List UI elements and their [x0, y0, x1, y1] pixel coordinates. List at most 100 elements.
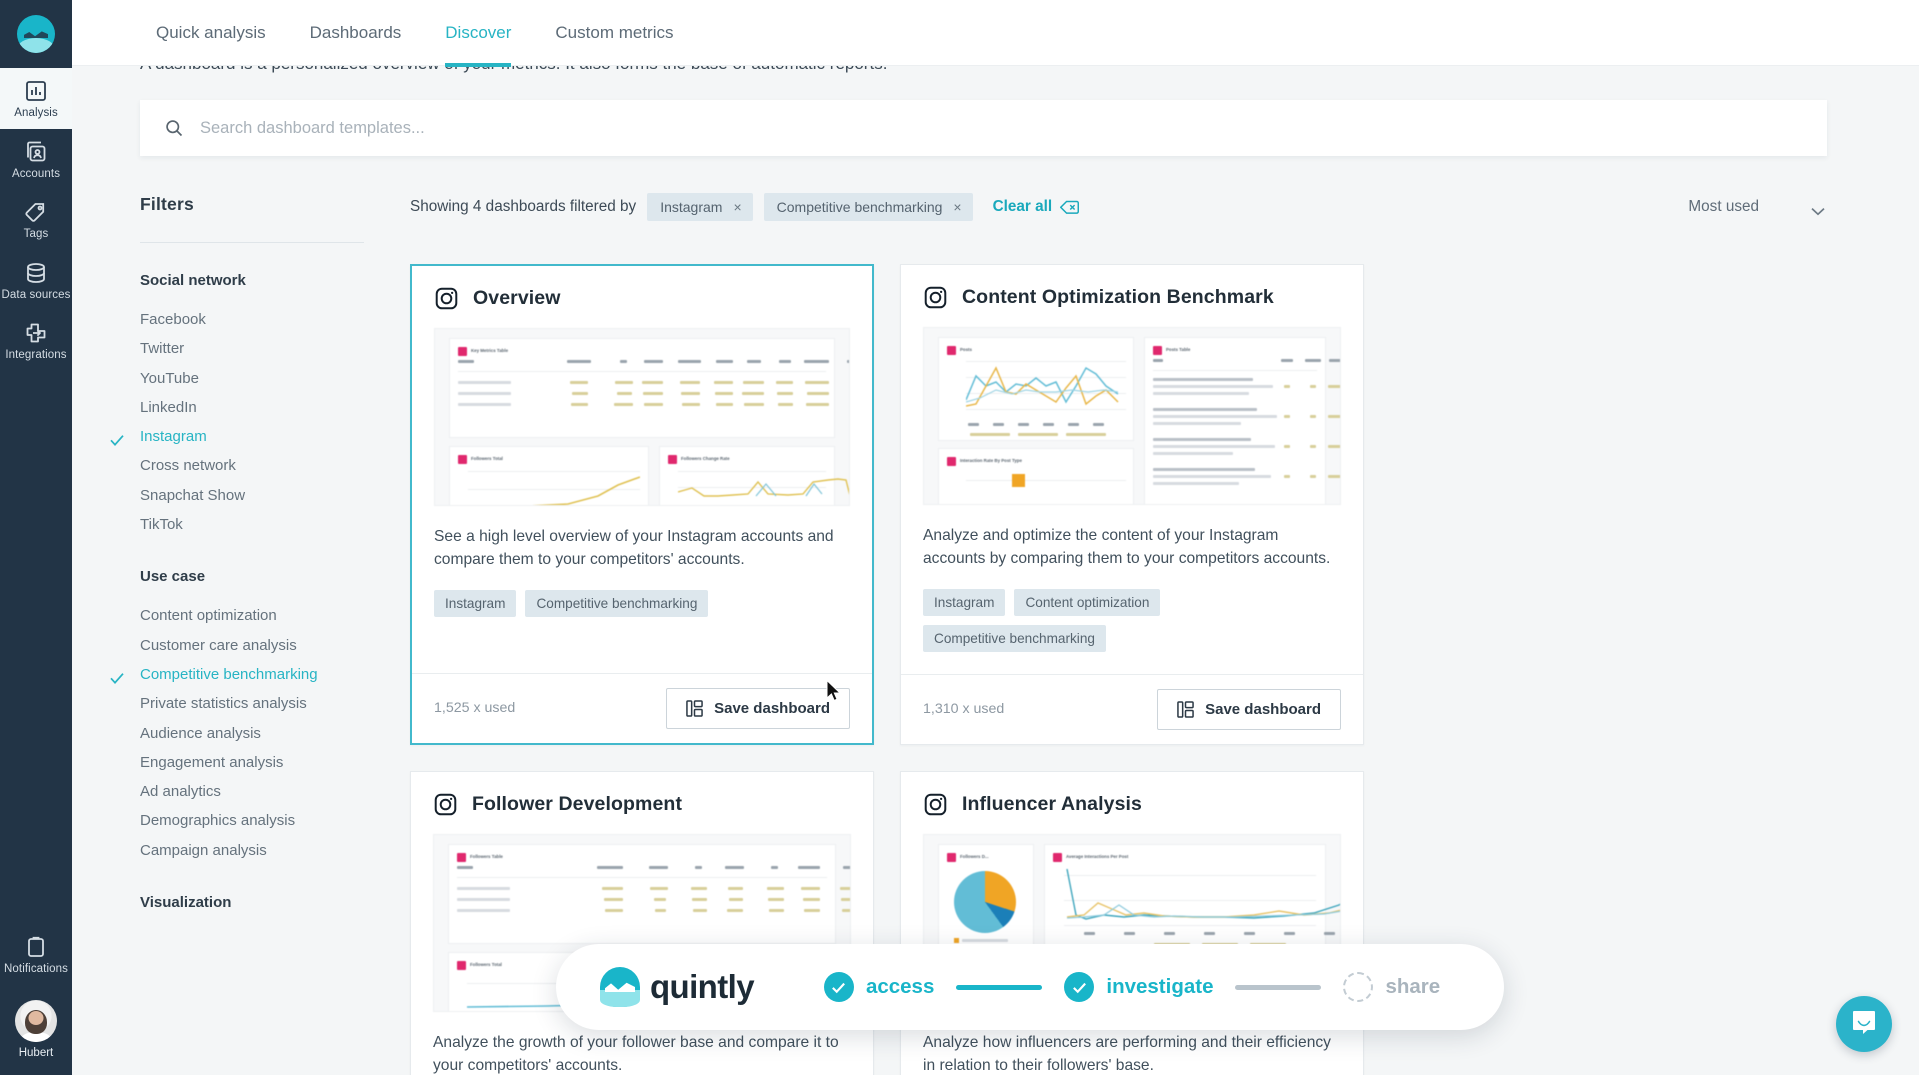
user-menu[interactable]: Hubert [0, 1000, 72, 1059]
filter-option-content-optimization[interactable]: Content optimization [140, 601, 382, 630]
filter-option-customer-care-analysis[interactable]: Customer care analysis [140, 631, 382, 660]
card-tag[interactable]: Competitive benchmarking [525, 589, 709, 617]
card-title: Content Optimization Benchmark [962, 286, 1274, 308]
avatar [15, 1000, 57, 1042]
page-body: A dashboard is a personalized overview o… [72, 66, 1919, 1075]
dashboard-template-grid: Showing 4 dashboards filtered by Instagr… [410, 193, 1919, 1075]
filter-option-linkedin[interactable]: LinkedIn [140, 393, 382, 422]
card-usage-count: 1,525 x used [434, 700, 516, 717]
card-tag[interactable]: Instagram [434, 589, 517, 617]
integrations-icon [24, 321, 48, 345]
filter-option-demographics-analysis[interactable]: Demographics analysis [140, 806, 382, 835]
card-description: See a high level overview of your Instag… [434, 528, 834, 568]
filter-option-cross-network[interactable]: Cross network [140, 451, 382, 480]
results-header: Showing 4 dashboards filtered by Instagr… [410, 193, 1827, 221]
rail-item-accounts[interactable]: Accounts [0, 129, 72, 190]
save-dashboard-label: Save dashboard [1205, 700, 1321, 718]
rail-item-notifications[interactable]: Notifications [0, 924, 72, 985]
card-usage-count: 1,310 x used [923, 701, 1005, 718]
filters-panel: Filters Social network Facebook Twitter … [110, 194, 410, 1075]
rail-item-analysis[interactable]: Analysis [0, 68, 72, 129]
search-icon [164, 118, 184, 138]
save-dashboard-button[interactable]: Save dashboard [1157, 688, 1341, 730]
filter-option-snapchat-show[interactable]: Snapchat Show [140, 481, 382, 510]
banner-connector [956, 984, 1043, 990]
card-header: Content Optimization Benchmark [901, 265, 1363, 310]
banner-steps: access investigate share [823, 972, 1440, 1002]
filter-option-twitter[interactable]: Twitter [140, 334, 382, 363]
sort-dropdown[interactable]: Most used [1688, 198, 1827, 216]
rail-label-analysis: Analysis [14, 107, 58, 119]
template-card-overview[interactable]: Overview Key Metrics Table Followers Tot… [410, 264, 874, 745]
filter-option-competitive-benchmarking[interactable]: Competitive benchmarking [110, 660, 382, 689]
filter-option-ad-analytics[interactable]: Ad analytics [140, 777, 382, 806]
search-bar [140, 100, 1827, 156]
card-tags: Instagram Content optimization Competiti… [901, 571, 1363, 652]
bar-chart-icon [24, 79, 48, 103]
chat-bubble-icon [1850, 1008, 1878, 1041]
chip-label: Instagram [660, 199, 723, 215]
banner-step-label: access [865, 975, 935, 998]
card-title: Overview [473, 287, 561, 309]
chip-label: Competitive benchmarking [776, 199, 943, 215]
chat-launcher-button[interactable] [1836, 996, 1892, 1052]
check-icon [109, 429, 125, 447]
search-input[interactable] [200, 118, 1803, 138]
clear-all-label: Clear all [992, 198, 1053, 215]
banner-connector [1235, 984, 1322, 990]
banner-step-investigate[interactable]: investigate [1064, 972, 1213, 1002]
top-navigation: Quick analysis Dashboards Discover Custo… [72, 0, 1919, 67]
banner-step-share[interactable]: share [1343, 972, 1440, 1002]
active-filter-chip-instagram[interactable]: Instagram × [647, 193, 753, 221]
save-dashboard-button[interactable]: Save dashboard [666, 687, 850, 729]
card-tag[interactable]: Competitive benchmarking [923, 624, 1106, 652]
filter-option-competitive-benchmarking-label: Competitive benchmarking [140, 665, 318, 683]
active-filter-chip-competitive-benchmarking[interactable]: Competitive benchmarking × [763, 193, 973, 221]
banner-brand: quintly [600, 967, 755, 1007]
chip-remove-icon[interactable]: × [733, 200, 741, 214]
tab-quick-analysis[interactable]: Quick analysis [134, 0, 288, 66]
filter-option-facebook[interactable]: Facebook [140, 305, 382, 334]
app-root: Analysis Accounts Tags Data sources Inte… [0, 0, 1919, 1075]
page-intro-text: A dashboard is a personalized overview o… [72, 66, 1919, 76]
card-tag[interactable]: Content optimization [1014, 588, 1161, 616]
filter-option-youtube[interactable]: YouTube [140, 364, 382, 393]
clear-all-button[interactable]: Clear all [993, 198, 1080, 216]
dashboard-layout-icon [1177, 701, 1194, 718]
rail-item-tags[interactable]: Tags [0, 189, 72, 250]
rail-label-notifications: Notifications [4, 962, 68, 975]
chip-remove-icon[interactable]: × [953, 200, 961, 214]
card-tags: Instagram Competitive benchmarking [412, 572, 872, 617]
tab-discover[interactable]: Discover [423, 0, 533, 67]
filter-option-engagement-analysis[interactable]: Engagement analysis [140, 748, 382, 777]
card-tag[interactable]: Instagram [923, 588, 1006, 616]
tab-custom-metrics[interactable]: Custom metrics [533, 0, 695, 66]
filter-group-title-visualization: Visualization [140, 894, 232, 912]
pending-circle-icon [1343, 972, 1374, 1002]
app-logo[interactable] [0, 0, 72, 68]
filter-option-instagram[interactable]: Instagram [110, 422, 382, 451]
card-description: Analyze and optimize the content of your… [923, 527, 1331, 567]
check-circle-icon [823, 972, 854, 1002]
notifications-clipboard-icon [24, 935, 48, 959]
filter-group-title-social-network: Social network [140, 272, 246, 289]
template-card-content-optimization-benchmark[interactable]: Content Optimization Benchmark Posts Pos… [900, 264, 1364, 745]
database-icon [24, 261, 48, 285]
primary-rail: Analysis Accounts Tags Data sources Inte… [0, 0, 72, 1075]
filter-option-campaign-analysis[interactable]: Campaign analysis [140, 836, 382, 865]
tab-dashboards[interactable]: Dashboards [288, 0, 424, 66]
filter-option-tiktok[interactable]: TikTok [140, 510, 382, 539]
mouse-cursor [826, 679, 842, 702]
banner-step-access[interactable]: access [823, 972, 935, 1002]
rail-item-integrations[interactable]: Integrations [0, 310, 72, 371]
card-header: Overview [412, 266, 872, 311]
filter-option-private-statistics-analysis[interactable]: Private statistics analysis [140, 689, 382, 718]
check-icon [109, 667, 125, 684]
onboarding-progress-banner: quintly access investigate share [556, 944, 1504, 1030]
rail-item-data-sources[interactable]: Data sources [0, 250, 72, 311]
filter-option-audience-analysis[interactable]: Audience analysis [140, 719, 382, 748]
card-title: Influencer Analysis [962, 792, 1142, 815]
card-title: Follower Development [472, 792, 683, 815]
card-header: Follower Development [411, 772, 873, 817]
content-row: Filters Social network Facebook Twitter … [72, 193, 1919, 1075]
